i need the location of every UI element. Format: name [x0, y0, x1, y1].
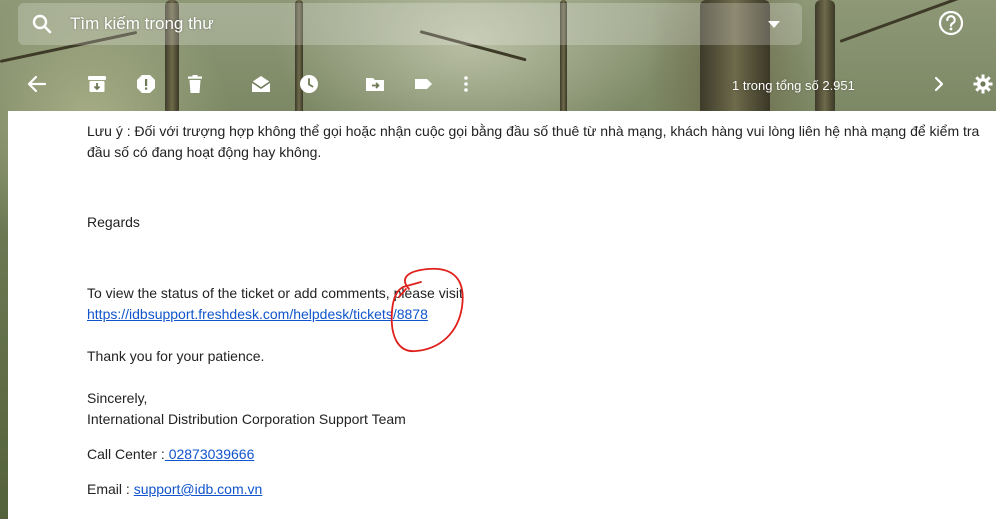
- more-options-icon[interactable]: [455, 73, 477, 95]
- email-body: Lưu ý : Đối với trượng hợp không thể gọi…: [87, 121, 987, 500]
- sincerely-text: Sincerely,: [87, 390, 148, 406]
- email-contact-line: Email : support@idb.com.vn: [87, 479, 987, 500]
- call-center-line: Call Center : 02873039666: [87, 444, 987, 465]
- note-paragraph: Lưu ý : Đối với trượng hợp không thể gọi…: [87, 123, 980, 160]
- snooze-clock-icon[interactable]: [298, 73, 320, 95]
- back-arrow-icon[interactable]: [26, 73, 48, 95]
- regards-text: Regards: [87, 214, 140, 230]
- delete-icon[interactable]: [184, 73, 206, 95]
- call-center-label: Call Center :: [87, 446, 165, 462]
- call-center-number-link[interactable]: 02873039666: [165, 446, 255, 462]
- pagination-count: 1 trong tổng số 2.951: [732, 78, 855, 93]
- ticket-intro-text: To view the status of the ticket or add …: [87, 285, 463, 301]
- help-icon[interactable]: [938, 10, 964, 36]
- search-options-dropdown-icon[interactable]: [768, 21, 780, 28]
- message-toolbar: 1 trong tổng số 2.951: [0, 62, 996, 108]
- settings-gear-icon[interactable]: [972, 73, 994, 95]
- ticket-link-line: https://idbsupport.freshdesk.com/helpdes…: [87, 304, 987, 325]
- next-message-chevron-icon[interactable]: [928, 73, 950, 95]
- search-icon[interactable]: [30, 12, 54, 36]
- support-email-link[interactable]: support@idb.com.vn: [134, 481, 263, 497]
- mark-as-read-icon[interactable]: [250, 73, 272, 95]
- label-icon[interactable]: [412, 73, 434, 95]
- email-contact-label: Email :: [87, 481, 134, 497]
- search-input[interactable]: Tìm kiếm trong thư: [70, 14, 214, 34]
- thanks-text: Thank you for your patience.: [87, 348, 265, 364]
- move-to-folder-icon[interactable]: [364, 73, 386, 95]
- top-bar: Tìm kiếm trong thư: [0, 0, 996, 50]
- search-bar[interactable]: Tìm kiếm trong thư: [18, 3, 802, 45]
- team-name-text: International Distribution Corporation S…: [87, 411, 406, 427]
- archive-icon[interactable]: [86, 73, 108, 95]
- ticket-link[interactable]: https://idbsupport.freshdesk.com/helpdes…: [87, 306, 428, 322]
- email-body-panel: Lưu ý : Đối với trượng hợp không thể gọi…: [8, 111, 996, 519]
- report-spam-icon[interactable]: [135, 73, 157, 95]
